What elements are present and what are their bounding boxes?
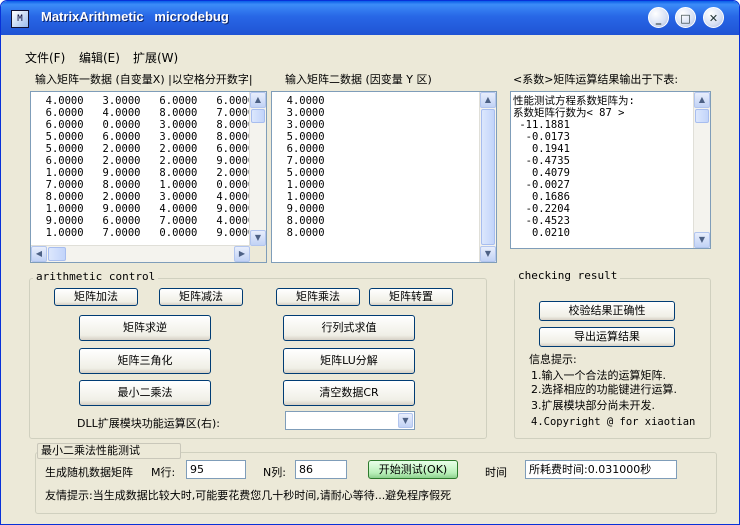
determinant-button[interactable]: 行列式求值 (283, 315, 415, 341)
m-rows-input[interactable]: 95 (186, 460, 246, 479)
matrix1-textarea[interactable]: 4.0000 3.0000 6.0000 6.0000 6.0000 4.000… (30, 91, 267, 263)
maximize-button[interactable]: □ (675, 7, 696, 28)
result-content: 性能测试方程系数矩阵为: 系数矩阵行数为< 87 > -11.1881 -0.0… (513, 95, 635, 239)
time-output: 所耗费时间:0.031000秒 (525, 460, 677, 479)
result-label: <系数>矩阵运算结果输出于下表: (513, 73, 679, 86)
clear-data-button[interactable]: 清空数据CR (283, 380, 415, 406)
matrix2-content: 4.0000 3.0000 3.0000 5.0000 6.0000 7.000… (286, 95, 325, 239)
perf-test-title: 最小二乘法性能测试 (37, 443, 181, 459)
m-rows-label: M行: (151, 466, 176, 479)
matrix-triangular-button[interactable]: 矩阵三角化 (79, 348, 211, 374)
scroll-down-icon[interactable]: ▼ (250, 230, 266, 246)
matrix1-content: 4.0000 3.0000 6.0000 6.0000 6.0000 4.000… (45, 95, 255, 239)
scroll-up-icon[interactable]: ▲ (480, 92, 496, 108)
matrix-multiply-button[interactable]: 矩阵乘法 (276, 288, 360, 306)
dll-label: DLL扩展模块功能运算区(右): (77, 417, 221, 430)
matrix1-label: 输入矩阵一数据 (自变量X) |以空格分开数字| (35, 73, 253, 86)
result-vscrollbar[interactable]: ▲ ▼ (693, 92, 710, 248)
scroll-down-icon[interactable]: ▼ (480, 246, 496, 262)
scroll-thumb[interactable] (251, 109, 265, 123)
info-title: 信息提示: (529, 353, 577, 366)
gen-random-label: 生成随机数据矩阵 (45, 466, 133, 479)
matrix2-label: 输入矩阵二数据 (因变量 Y 区) (285, 73, 432, 86)
info-line: 3.扩展模块部分尚未开发. (531, 399, 655, 412)
checking-result-title: checking result (515, 269, 621, 282)
matrix1-hscrollbar[interactable]: ◀ ▶ (31, 245, 250, 262)
minimize-button[interactable]: _ (648, 7, 669, 28)
matrix2-vscrollbar[interactable]: ▲ ▼ (479, 92, 496, 262)
info-line: 2.选择相应的功能键进行运算. (531, 383, 677, 396)
arithmetic-control-title: arithmetic control (33, 270, 159, 283)
scroll-thumb[interactable] (481, 109, 495, 245)
matrix-inverse-button[interactable]: 矩阵求逆 (79, 315, 211, 341)
matrix-transpose-button[interactable]: 矩阵转置 (369, 288, 453, 306)
least-squares-button[interactable]: 最小二乘法 (79, 380, 211, 406)
matrix-subtract-button[interactable]: 矩阵减法 (159, 288, 243, 306)
result-textarea[interactable]: 性能测试方程系数矩阵为: 系数矩阵行数为< 87 > -11.1881 -0.0… (510, 91, 711, 249)
scroll-down-icon[interactable]: ▼ (694, 232, 710, 248)
scroll-up-icon[interactable]: ▲ (250, 92, 266, 108)
close-button[interactable]: ✕ (703, 7, 724, 28)
app-icon: M (11, 10, 29, 28)
menu-bar: 文件(F) 编辑(E) 扩展(W) (1, 45, 739, 65)
title-bar[interactable]: M MatrixArithmetic microdebug _ □ ✕ (1, 1, 739, 35)
n-cols-input[interactable]: 86 (295, 460, 347, 479)
matrix-add-button[interactable]: 矩阵加法 (54, 288, 138, 306)
dll-select[interactable]: ▼ (285, 411, 415, 430)
menu-file[interactable]: 文件(F) (25, 49, 65, 66)
info-copyright: 4.Copyright @ for xiaotian (531, 416, 696, 428)
n-cols-label: N列: (263, 466, 286, 479)
scroll-right-icon[interactable]: ▶ (234, 246, 250, 262)
menu-extend[interactable]: 扩展(W) (133, 49, 178, 66)
chevron-down-icon[interactable]: ▼ (398, 413, 413, 428)
scroll-left-icon[interactable]: ◀ (31, 246, 47, 262)
window-title: MatrixArithmetic microdebug (41, 9, 229, 24)
tip-text: 友情提示:当生成数据比较大时,可能要花费您几十秒时间,请耐心等待...避免程序假… (45, 489, 452, 502)
scroll-thumb[interactable] (695, 109, 709, 123)
menu-edit[interactable]: 编辑(E) (79, 49, 120, 66)
resize-grip (250, 246, 266, 262)
verify-result-button[interactable]: 校验结果正确性 (539, 301, 675, 321)
matrix1-vscrollbar[interactable]: ▲ ▼ (249, 92, 266, 246)
scroll-thumb[interactable] (48, 247, 66, 261)
matrix-lu-button[interactable]: 矩阵LU分解 (283, 348, 415, 374)
start-test-button[interactable]: 开始测试(OK) (368, 460, 458, 479)
scroll-up-icon[interactable]: ▲ (694, 92, 710, 108)
main-window: M MatrixArithmetic microdebug _ □ ✕ 文件(F… (0, 0, 740, 525)
time-label: 时间 (485, 466, 507, 479)
matrix2-textarea[interactable]: 4.0000 3.0000 3.0000 5.0000 6.0000 7.000… (271, 91, 497, 263)
export-result-button[interactable]: 导出运算结果 (539, 327, 675, 347)
